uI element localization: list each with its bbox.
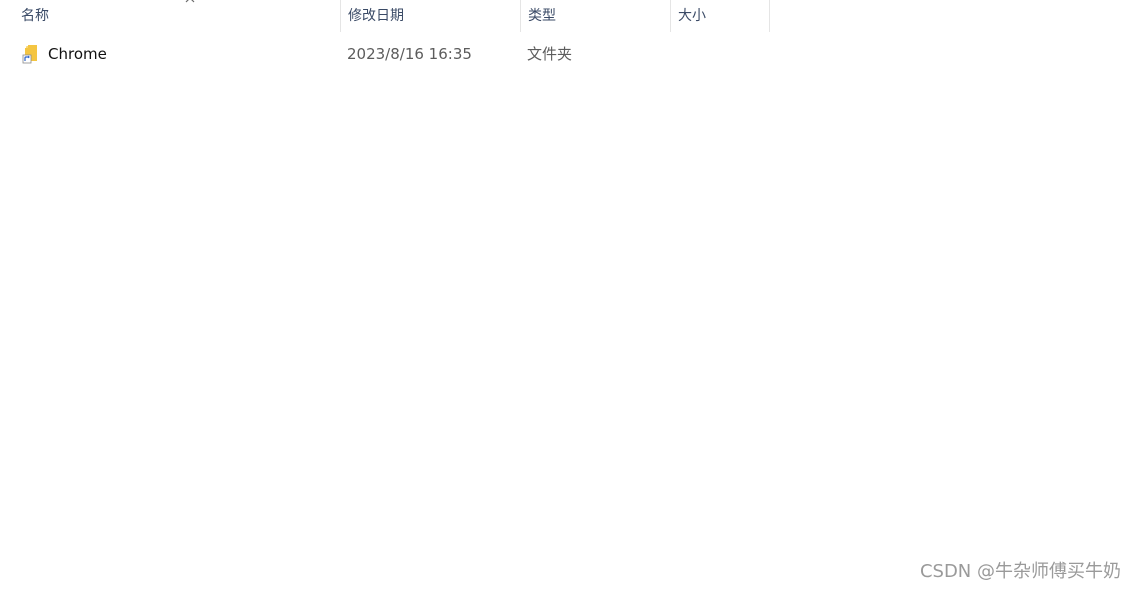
watermark-text: CSDN @牛杂师傅买牛奶 — [919, 561, 1121, 582]
file-modified-date: 2023/8/16 16:35 — [347, 45, 472, 63]
column-header-date-label: 修改日期 — [348, 8, 404, 24]
column-header-type-label: 类型 — [528, 8, 556, 24]
column-header-name[interactable]: 名称 — [14, 0, 340, 32]
file-name: Chrome — [48, 45, 107, 63]
column-header-date[interactable]: 修改日期 — [340, 0, 520, 32]
file-explorer-view: 名称 修改日期 类型 大小 Chrome 2023/8/16 16:35 文件夹… — [0, 0, 1135, 591]
column-header-bar: 名称 修改日期 类型 大小 — [0, 0, 770, 32]
file-row[interactable]: Chrome 2023/8/16 16:35 文件夹 — [14, 40, 770, 68]
column-header-size[interactable]: 大小 — [670, 0, 770, 32]
column-header-name-label: 名称 — [21, 8, 49, 24]
folder-shortcut-icon — [22, 45, 37, 64]
chevron-up-icon — [185, 0, 195, 3]
file-type: 文件夹 — [527, 45, 573, 63]
column-header-type[interactable]: 类型 — [520, 0, 670, 32]
column-header-size-label: 大小 — [678, 8, 706, 24]
